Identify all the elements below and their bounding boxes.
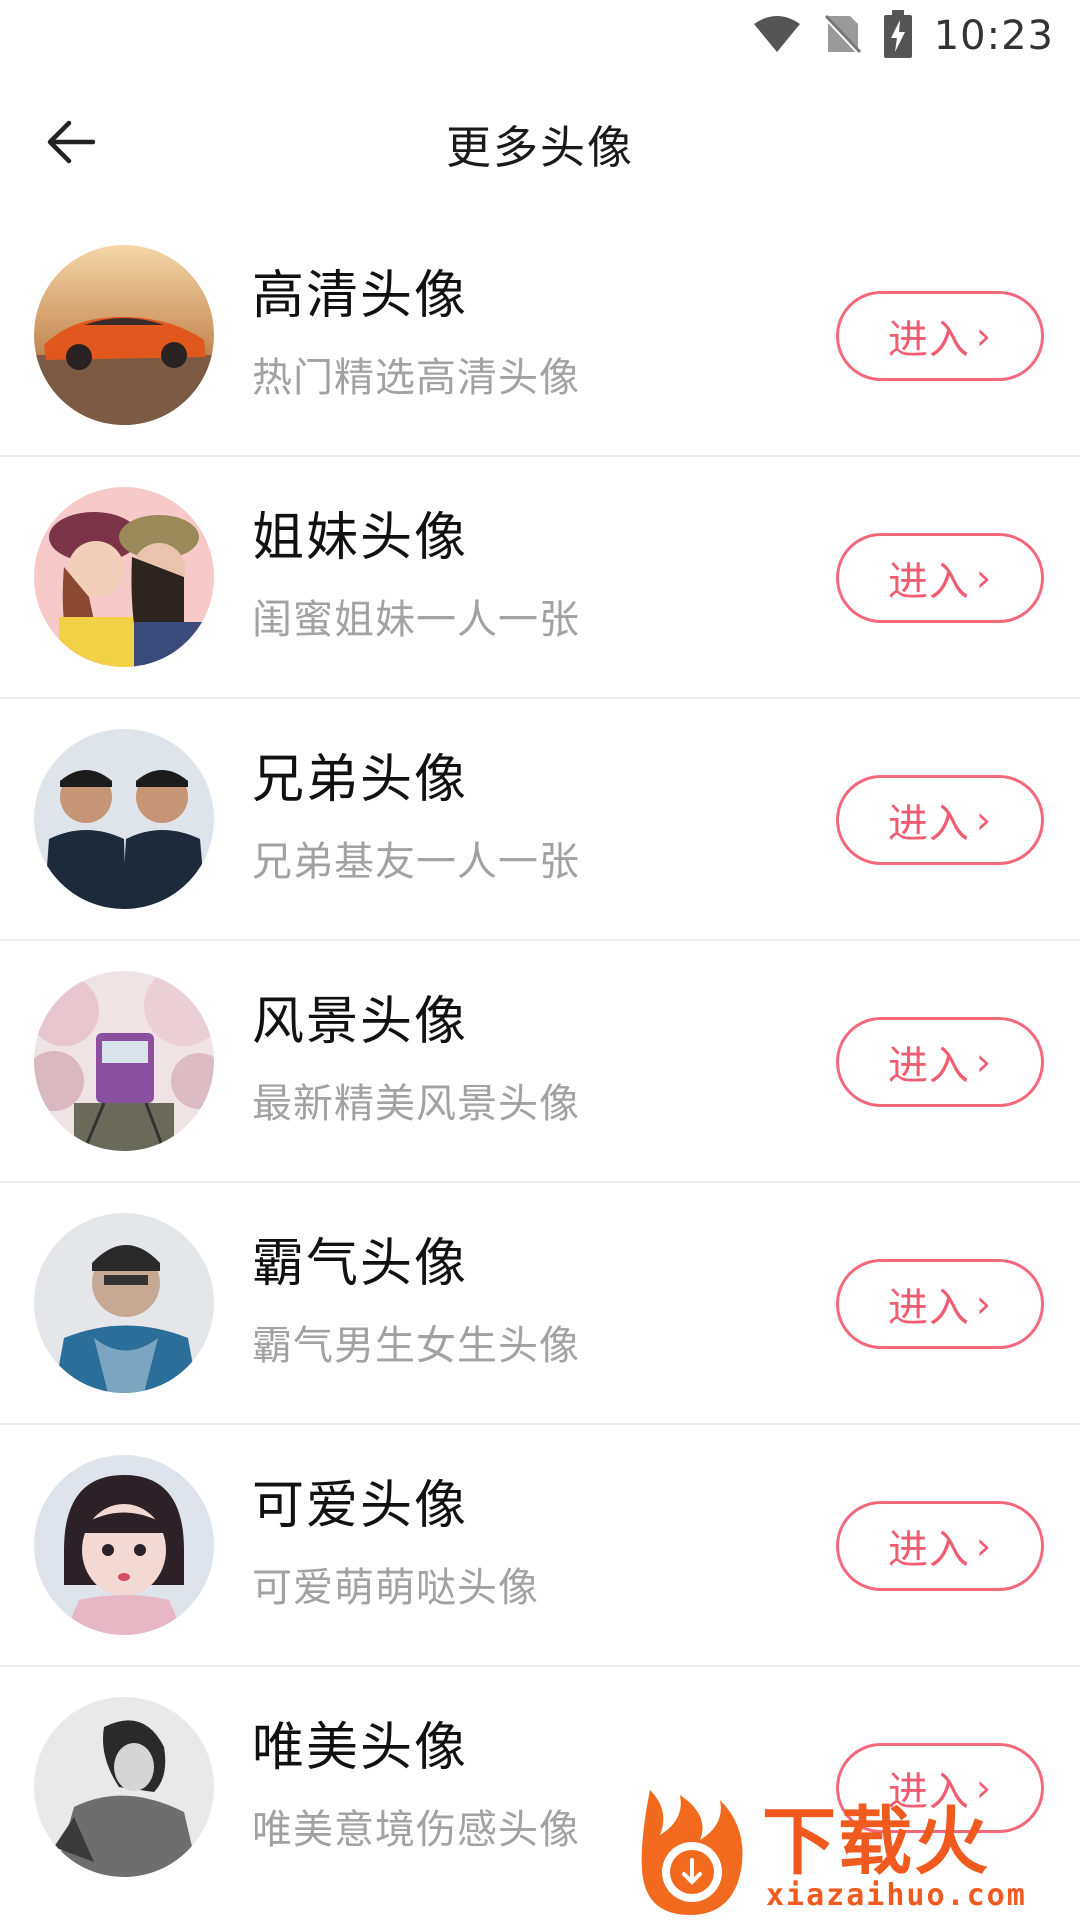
chevron-right-icon: ›: [975, 314, 993, 358]
item-subtitle: 唯美意境伤感头像: [252, 1807, 580, 1853]
chevron-right-icon: ›: [975, 1282, 993, 1326]
chevron-right-icon: ›: [975, 798, 993, 842]
enter-button[interactable]: 进入 ›: [836, 1259, 1044, 1349]
list-item[interactable]: 高清头像 热门精选高清头像 进入 ›: [0, 215, 1080, 457]
battery-charging-icon: [883, 10, 912, 62]
item-title: 姐妹头像: [252, 508, 469, 568]
page-title: 更多头像: [445, 121, 634, 174]
status-bar: 10:23: [0, 0, 1080, 72]
enter-button[interactable]: 进入 ›: [836, 1017, 1044, 1107]
enter-button[interactable]: 进入 ›: [836, 775, 1044, 865]
enter-button-label: 进入: [887, 559, 970, 605]
thumbnail-bw-girl: [34, 1697, 214, 1877]
enter-button[interactable]: 进入 ›: [836, 291, 1044, 381]
back-button[interactable]: [30, 104, 110, 184]
item-title: 唯美头像: [252, 1718, 469, 1778]
no-sim-icon: [824, 12, 862, 60]
thumbnail-train-cherry-blossom: [34, 971, 214, 1151]
app-bar: 更多头像: [0, 72, 1080, 215]
enter-button[interactable]: 进入 ›: [836, 1501, 1044, 1591]
item-title: 霸气头像: [252, 1234, 469, 1294]
list-item[interactable]: 可爱头像 可爱萌萌哒头像 进入 ›: [0, 1425, 1080, 1667]
item-subtitle: 热门精选高清头像: [252, 355, 580, 401]
list-item[interactable]: 姐妹头像 闺蜜姐妹一人一张 进入 ›: [0, 457, 1080, 699]
enter-button-label: 进入: [887, 1043, 970, 1089]
list-item[interactable]: 霸气头像 霸气男生女生头像 进入 ›: [0, 1183, 1080, 1425]
item-title: 高清头像: [252, 266, 469, 326]
item-subtitle: 最新精美风景头像: [252, 1081, 580, 1127]
list-item[interactable]: 兄弟头像 兄弟基友一人一张 进入 ›: [0, 699, 1080, 941]
thumbnail-two-girls: [34, 487, 214, 667]
item-subtitle: 闺蜜姐妹一人一张: [252, 597, 580, 643]
chevron-right-icon: ›: [975, 556, 993, 600]
watermark: 下载火 xiazaihuo.com: [640, 1780, 1080, 1920]
item-title: 风景头像: [252, 992, 469, 1052]
enter-button-label: 进入: [887, 1527, 970, 1573]
watermark-brand: 下载火: [762, 1799, 990, 1885]
thumbnail-two-men: [34, 729, 214, 909]
item-subtitle: 可爱萌萌哒头像: [252, 1565, 539, 1611]
watermark-url: xiazaihuo.com: [766, 1878, 1027, 1913]
list-item[interactable]: 风景头像 最新精美风景头像 进入 ›: [0, 941, 1080, 1183]
status-time: 10:23: [933, 13, 1054, 59]
chevron-right-icon: ›: [975, 1524, 993, 1568]
enter-button-label: 进入: [887, 1285, 970, 1331]
chevron-right-icon: ›: [975, 1040, 993, 1084]
item-title: 可爱头像: [252, 1476, 469, 1536]
wifi-icon: [752, 14, 802, 58]
back-arrow-icon: [45, 119, 96, 169]
thumbnail-sports-car: [34, 245, 214, 425]
item-title: 兄弟头像: [252, 750, 469, 810]
enter-button[interactable]: 进入 ›: [836, 533, 1044, 623]
enter-button-label: 进入: [887, 801, 970, 847]
item-subtitle: 兄弟基友一人一张: [252, 839, 580, 885]
avatar-category-list: 高清头像 热门精选高清头像 进入 › 姐妹头像 闺蜜姐妹一人一张 进入 › 兄弟…: [0, 215, 1080, 1909]
thumbnail-cool-portrait: [34, 1213, 214, 1393]
thumbnail-cute-girl: [34, 1455, 214, 1635]
item-subtitle: 霸气男生女生头像: [252, 1323, 580, 1369]
enter-button-label: 进入: [887, 317, 970, 363]
